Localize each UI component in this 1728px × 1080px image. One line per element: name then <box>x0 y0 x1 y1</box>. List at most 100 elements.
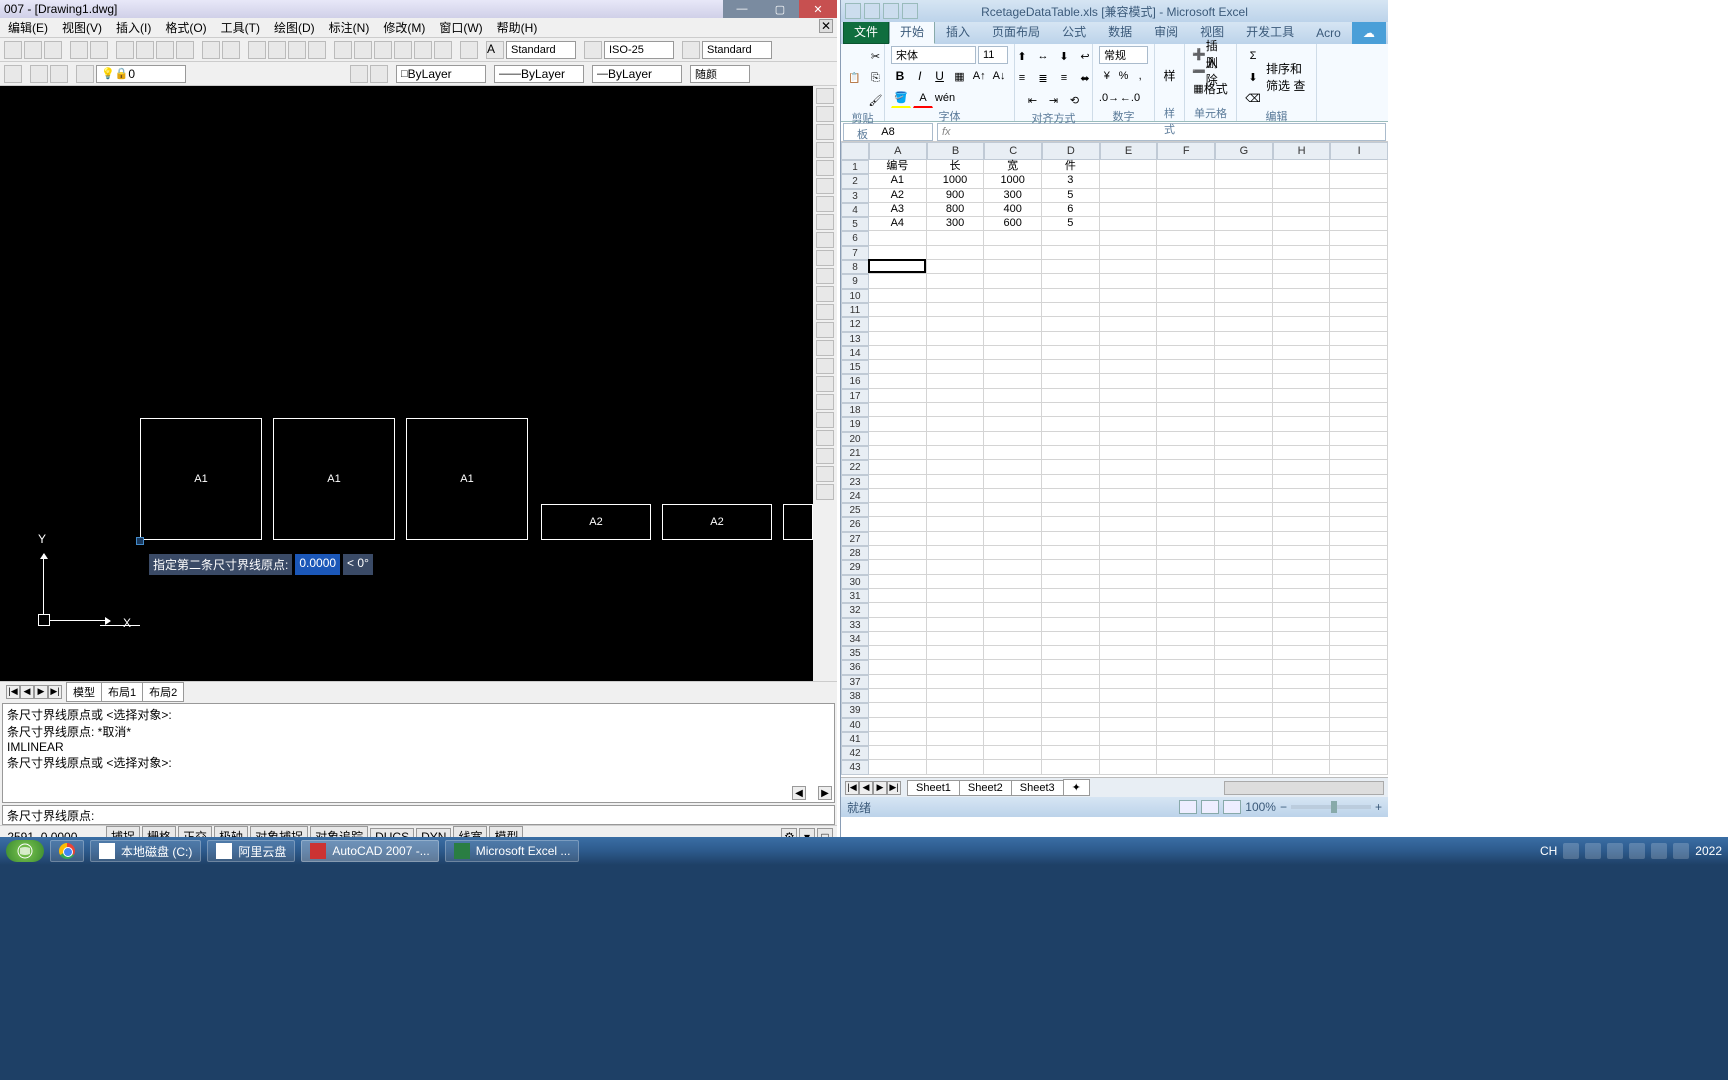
cell[interactable] <box>984 517 1042 531</box>
cell[interactable] <box>984 603 1042 617</box>
cell[interactable] <box>984 360 1042 374</box>
cell[interactable] <box>927 489 985 503</box>
tb-print-icon[interactable] <box>70 41 88 59</box>
cell[interactable] <box>1157 289 1215 303</box>
cell[interactable] <box>1100 203 1158 217</box>
cell[interactable] <box>1042 475 1100 489</box>
cell[interactable] <box>1157 560 1215 574</box>
bold-icon[interactable]: B <box>891 66 909 86</box>
cell[interactable] <box>1330 560 1388 574</box>
cell[interactable] <box>1157 346 1215 360</box>
cell[interactable] <box>1215 703 1273 717</box>
cell[interactable]: 编号 <box>869 160 927 174</box>
row-header[interactable]: 13 <box>841 332 869 346</box>
rt-table-icon[interactable] <box>816 376 834 392</box>
cell[interactable] <box>1330 475 1388 489</box>
cell[interactable] <box>927 303 985 317</box>
menu-edit[interactable]: 编辑(E) <box>4 19 52 36</box>
cell[interactable] <box>984 703 1042 717</box>
row-header[interactable]: 37 <box>841 675 869 689</box>
row-header[interactable]: 33 <box>841 618 869 632</box>
textstyle-combo[interactable]: Standard <box>506 41 576 59</box>
row-header[interactable]: 19 <box>841 417 869 431</box>
cell[interactable] <box>869 274 927 288</box>
cell[interactable] <box>869 246 927 260</box>
cell[interactable] <box>1157 646 1215 660</box>
cell[interactable] <box>1042 503 1100 517</box>
rt-rect-icon[interactable] <box>816 142 834 158</box>
cell[interactable] <box>927 246 985 260</box>
cell[interactable] <box>1042 760 1100 774</box>
sheet-tab[interactable]: Sheet1 <box>907 780 960 796</box>
cell[interactable] <box>1157 632 1215 646</box>
align-bot-icon[interactable]: ⬇ <box>1054 46 1074 66</box>
cell[interactable] <box>1042 274 1100 288</box>
cell[interactable] <box>1042 332 1100 346</box>
cell[interactable] <box>1330 503 1388 517</box>
cell[interactable] <box>1157 160 1215 174</box>
row-header[interactable]: 1 <box>841 160 869 174</box>
cell[interactable] <box>1157 389 1215 403</box>
tb-layer2-icon[interactable] <box>30 65 48 83</box>
cell[interactable] <box>869 503 927 517</box>
cell[interactable] <box>984 274 1042 288</box>
cell[interactable] <box>1330 618 1388 632</box>
cell[interactable] <box>1157 675 1215 689</box>
column-header[interactable]: G <box>1215 142 1273 160</box>
cell[interactable] <box>1157 274 1215 288</box>
row-header[interactable]: 3 <box>841 189 869 203</box>
cell[interactable] <box>1330 303 1388 317</box>
cell[interactable]: 3 <box>1042 174 1100 188</box>
tab-data[interactable]: 数据 <box>1097 19 1143 44</box>
decdec-icon[interactable]: ←.0 <box>1120 88 1140 108</box>
cell[interactable] <box>1042 231 1100 245</box>
cell[interactable] <box>1273 675 1331 689</box>
cell[interactable] <box>1330 389 1388 403</box>
cell[interactable] <box>984 332 1042 346</box>
italic-icon[interactable]: I <box>911 66 929 86</box>
tray-icon[interactable] <box>1607 843 1623 859</box>
cell[interactable] <box>927 475 985 489</box>
cell[interactable] <box>927 746 985 760</box>
cell[interactable] <box>869 632 927 646</box>
cell[interactable] <box>869 489 927 503</box>
row-header[interactable]: 9 <box>841 274 869 288</box>
cell[interactable]: 5 <box>1042 217 1100 231</box>
cell[interactable] <box>1273 189 1331 203</box>
tray-icon[interactable] <box>1673 843 1689 859</box>
tb-cut-icon[interactable] <box>116 41 134 59</box>
cell[interactable] <box>1042 603 1100 617</box>
cell[interactable] <box>1273 260 1331 274</box>
tb-sheet-icon[interactable] <box>394 41 412 59</box>
column-header[interactable]: D <box>1042 142 1100 160</box>
sheet-last-icon[interactable]: ▶| <box>887 781 901 795</box>
tb-help-icon[interactable] <box>460 41 478 59</box>
cell[interactable] <box>1273 332 1331 346</box>
cell[interactable] <box>1330 174 1388 188</box>
cell[interactable] <box>1042 618 1100 632</box>
rt-line-icon[interactable] <box>816 88 834 104</box>
cell[interactable] <box>927 675 985 689</box>
decinc-icon[interactable]: .0→ <box>1099 88 1119 108</box>
formatpainter-icon[interactable]: 🖌 <box>865 90 885 110</box>
cell[interactable] <box>984 532 1042 546</box>
tab-prev-icon[interactable]: ◀ <box>20 685 34 699</box>
cell[interactable] <box>1042 675 1100 689</box>
cell[interactable] <box>984 417 1042 431</box>
cell[interactable] <box>1100 160 1158 174</box>
cell[interactable] <box>984 675 1042 689</box>
row-header[interactable]: 27 <box>841 532 869 546</box>
cell[interactable] <box>1273 475 1331 489</box>
rt-ellipse-icon[interactable] <box>816 232 834 248</box>
cell[interactable] <box>927 317 985 331</box>
align-center-icon[interactable]: ≣ <box>1033 68 1053 88</box>
cell[interactable] <box>984 403 1042 417</box>
cell[interactable] <box>927 374 985 388</box>
cell[interactable] <box>1100 332 1158 346</box>
cell[interactable] <box>1330 332 1388 346</box>
tab-formulas[interactable]: 公式 <box>1051 19 1097 44</box>
cell[interactable] <box>984 460 1042 474</box>
sheet-next-icon[interactable]: ▶ <box>873 781 887 795</box>
cell[interactable]: 6 <box>1042 203 1100 217</box>
zoom-slider[interactable] <box>1291 805 1371 809</box>
